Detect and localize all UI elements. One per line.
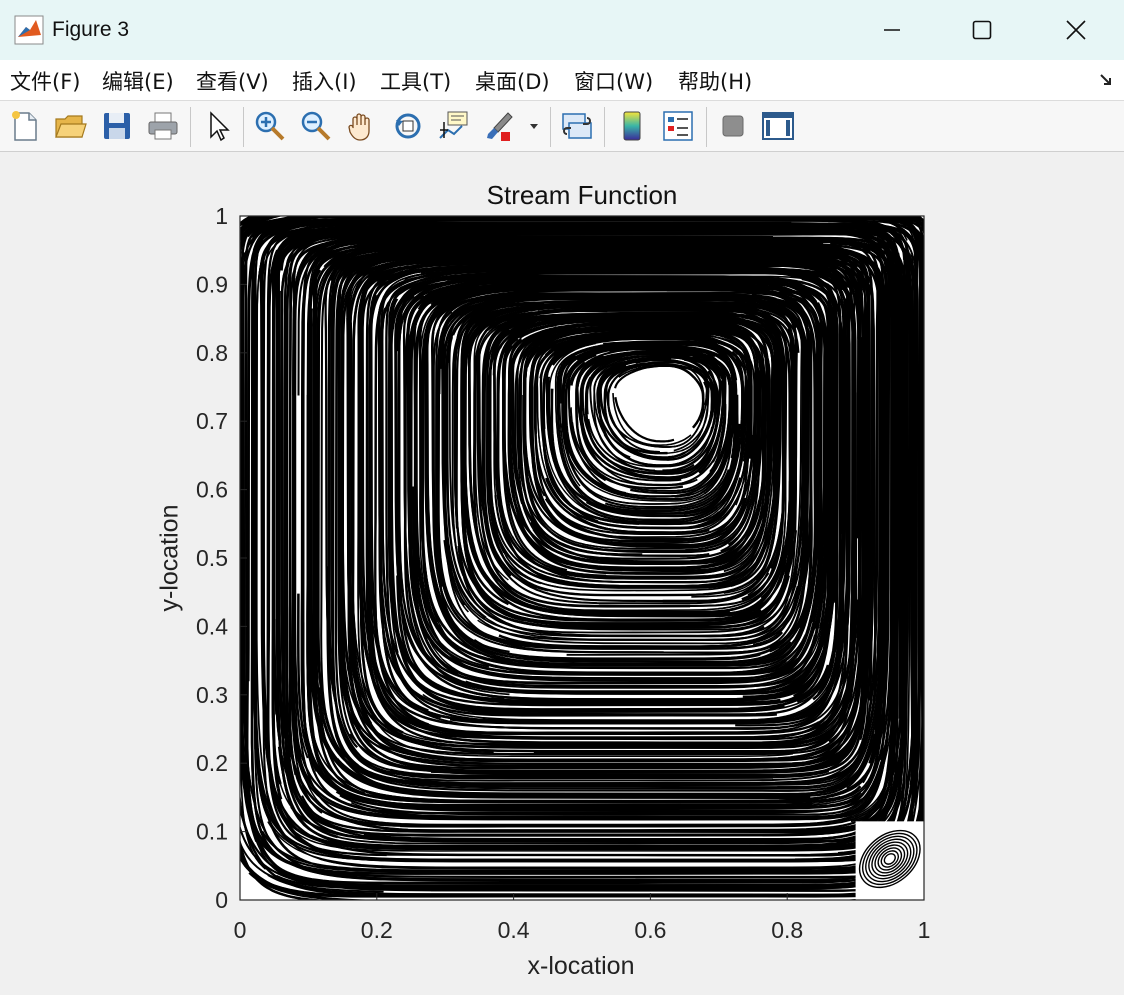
y-tick-label: 1 — [215, 203, 228, 229]
toolbar-separator — [550, 107, 551, 147]
new-figure-icon[interactable] — [7, 108, 43, 144]
data-cursor-icon[interactable] — [436, 108, 472, 144]
y-tick-label: 0.2 — [196, 750, 228, 776]
x-tick-label: 1 — [918, 917, 931, 943]
vortex-eye — [642, 377, 687, 410]
close-icon — [1066, 20, 1086, 40]
hide-plot-tools-icon[interactable] — [715, 108, 751, 144]
legend-icon[interactable] — [660, 108, 696, 144]
menu-insert[interactable]: 插入(I) — [292, 66, 357, 96]
dock-figure-icon[interactable] — [1098, 72, 1114, 88]
x-tick-label: 0.2 — [361, 917, 393, 943]
toolbar-separator — [604, 107, 605, 147]
colorbar-icon[interactable] — [614, 108, 650, 144]
x-tick-label: 0.6 — [634, 917, 666, 943]
menu-tools[interactable]: 工具(T) — [380, 66, 451, 96]
toolbar-separator — [706, 107, 707, 147]
y-tick-label: 0.9 — [196, 271, 228, 297]
toolbar-separator — [190, 107, 191, 147]
y-tick-label: 0.4 — [196, 613, 228, 639]
edit-plot-arrow-icon[interactable] — [200, 108, 236, 144]
toolbar-separator — [243, 107, 244, 147]
menu-window[interactable]: 窗口(W) — [574, 66, 653, 96]
y-tick-label: 0.8 — [196, 340, 228, 366]
menu-view[interactable]: 查看(V) — [196, 66, 269, 96]
zoom-out-icon[interactable] — [298, 108, 334, 144]
window-title: Figure 3 — [52, 18, 130, 41]
x-tick-label: 0 — [234, 917, 247, 943]
pan-hand-icon[interactable] — [344, 108, 380, 144]
menu-desktop[interactable]: 桌面(D) — [475, 66, 550, 96]
stream-plot[interactable]: 0 0.2 0.4 0.6 0.8 1 0 0.1 0.2 0.3 0.4 0.5 0.6 0.7 0.8 0… — [180, 200, 960, 950]
show-plot-tools-icon[interactable] — [760, 108, 796, 144]
y-tick-label: 0.1 — [196, 819, 228, 845]
close-button[interactable] — [1030, 0, 1122, 60]
x-tick-label: 0.4 — [498, 917, 530, 943]
x-axis-label: x-location — [527, 952, 635, 980]
zoom-in-icon[interactable] — [252, 108, 288, 144]
figure-toolbar — [0, 100, 1124, 152]
open-file-icon[interactable] — [52, 108, 88, 144]
maximize-button[interactable] — [936, 0, 1028, 60]
window-titlebar: Figure 3 — [0, 0, 1124, 60]
brush-icon[interactable] — [482, 108, 518, 144]
menu-edit[interactable]: 编辑(E) — [102, 66, 174, 96]
menu-help[interactable]: 帮助(H) — [678, 66, 752, 96]
minimize-icon — [884, 29, 900, 31]
print-icon[interactable] — [145, 108, 181, 144]
rotate-3d-icon[interactable] — [390, 108, 426, 144]
link-plot-icon[interactable] — [559, 108, 595, 144]
y-tick-label: 0.7 — [196, 408, 228, 434]
y-tick-label: 0.5 — [196, 545, 228, 571]
y-tick-label: 0.3 — [196, 682, 228, 708]
matlab-logo-icon — [14, 15, 44, 45]
brush-dropdown-icon[interactable] — [527, 108, 541, 144]
y-tick-label: 0.6 — [196, 477, 228, 503]
menu-file[interactable]: 文件(F) — [10, 66, 80, 96]
y-tick-label: 0 — [215, 887, 228, 913]
minimize-button[interactable] — [846, 0, 938, 60]
streamlines — [240, 216, 924, 900]
maximize-icon — [972, 20, 992, 40]
x-tick-label: 0.8 — [771, 917, 803, 943]
corner-region — [855, 821, 924, 900]
menu-bar: 文件(F) 编辑(E) 查看(V) 插入(I) 工具(T) 桌面(D) 窗口(W… — [0, 60, 1124, 100]
save-icon[interactable] — [99, 108, 135, 144]
